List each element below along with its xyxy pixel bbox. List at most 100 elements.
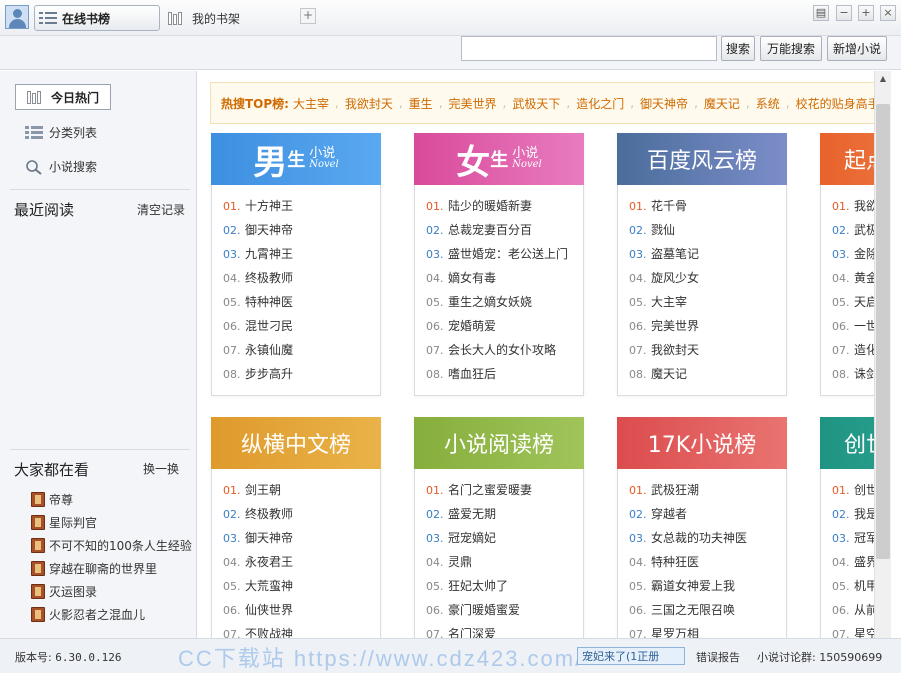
list-item[interactable]: 星际判官 (31, 513, 97, 531)
minimize-button[interactable]: − (836, 5, 852, 21)
list-item[interactable]: 05. 重生之嫡女妖娆 (426, 290, 576, 314)
card-header[interactable]: 男生小说 Novel (211, 133, 381, 185)
list-item[interactable]: 07. 会长大人的女仆攻略 (426, 338, 576, 362)
list-item[interactable]: 不可不知的100条人生经验 (31, 536, 192, 554)
clear-records-link[interactable]: 清空记录 (137, 201, 185, 218)
list-item[interactable]: 04. 特种狂医 (629, 550, 779, 574)
add-tab-button[interactable]: + (300, 8, 316, 24)
hot-search-item[interactable]: 重生 (409, 95, 433, 112)
hot-search-item[interactable]: 魔天记 (704, 95, 740, 112)
novel-search-link[interactable]: 小说搜索 (25, 157, 97, 175)
user-avatar[interactable] (5, 5, 29, 29)
list-item[interactable]: 02. 盛爱无期 (426, 502, 576, 526)
list-item[interactable]: 07. 星空 (832, 622, 874, 638)
list-item[interactable]: 03. 盛世婚宠：老公送上门 (426, 242, 576, 266)
list-item[interactable]: 07. 永镇仙魔 (223, 338, 373, 362)
list-item[interactable]: 06. 宠婚萌爱 (426, 314, 576, 338)
list-item[interactable]: 06. 完美世界 (629, 314, 779, 338)
list-item[interactable]: 灭运图录 (31, 582, 97, 600)
list-item[interactable]: 穿越在聊斋的世界里 (31, 559, 157, 577)
list-item[interactable]: 01. 名门之蜜爱暖妻 (426, 478, 576, 502)
category-list-link[interactable]: 分类列表 (25, 123, 97, 141)
list-item[interactable]: 03. 金除 (832, 242, 874, 266)
list-item[interactable]: 05. 天启 (832, 290, 874, 314)
card-header[interactable]: 创世 (820, 417, 874, 469)
list-item[interactable]: 03. 九霄神王 (223, 242, 373, 266)
list-item[interactable]: 06. 仙侠世界 (223, 598, 373, 622)
scroll-up-icon[interactable]: ▲ (875, 71, 891, 87)
list-item[interactable]: 08. 诛剑 (832, 362, 874, 386)
error-report-link[interactable]: 错误报告 (696, 649, 740, 665)
list-item[interactable]: 01. 花千骨 (629, 194, 779, 218)
refresh-link[interactable]: 换一换 (143, 460, 179, 477)
search-button[interactable]: 搜索 (721, 36, 755, 61)
vertical-scrollbar[interactable]: ▲ (874, 71, 891, 638)
list-item[interactable]: 05. 霸道女神爱上我 (629, 574, 779, 598)
list-item[interactable]: 04. 嫡女有毒 (426, 266, 576, 290)
list-item[interactable]: 04. 永夜君王 (223, 550, 373, 574)
list-item[interactable]: 02. 终极教师 (223, 502, 373, 526)
tab-my-bookshelf[interactable]: 我的书架 (166, 5, 276, 31)
list-item[interactable]: 03. 冠宠嫡妃 (426, 526, 576, 550)
list-item[interactable]: 06. 一世 (832, 314, 874, 338)
card-header[interactable]: 17K小说榜 (617, 417, 787, 469)
hot-search-item[interactable]: 御天神帝 (640, 95, 688, 112)
list-item[interactable]: 08. 嗜血狂后 (426, 362, 576, 386)
list-item[interactable]: 03. 御天神帝 (223, 526, 373, 550)
card-header[interactable]: 起点 (820, 133, 874, 185)
list-item[interactable]: 02. 戮仙 (629, 218, 779, 242)
list-item[interactable]: 05. 大主宰 (629, 290, 779, 314)
card-header[interactable]: 小说阅读榜 (414, 417, 584, 469)
list-item[interactable]: 02. 我是 (832, 502, 874, 526)
search-input[interactable] (461, 36, 717, 61)
list-item[interactable]: 02. 穿越者 (629, 502, 779, 526)
list-item[interactable]: 06. 三国之无限召唤 (629, 598, 779, 622)
list-item[interactable]: 帝尊 (31, 490, 73, 508)
tab-online-ranking[interactable]: 在线书榜 (34, 5, 160, 31)
promo-link[interactable]: 宠妃来了(1正册 (577, 647, 685, 665)
list-item[interactable]: 06. 混世刁民 (223, 314, 373, 338)
hot-search-item[interactable]: 完美世界 (449, 95, 497, 112)
list-item[interactable]: 05. 特种神医 (223, 290, 373, 314)
list-item[interactable]: 01. 武极狂潮 (629, 478, 779, 502)
hot-search-item[interactable]: 造化之门 (576, 95, 624, 112)
list-item[interactable]: 01. 陆少的暖婚新妻 (426, 194, 576, 218)
list-item[interactable]: 07. 星罗万相 (629, 622, 779, 638)
close-button[interactable]: × (880, 5, 896, 21)
list-item[interactable]: 火影忍者之混血儿 (31, 605, 145, 623)
hot-search-item[interactable]: 校花的贴身高手 (796, 95, 874, 112)
scrollbar-thumb[interactable] (876, 104, 890, 559)
universal-search-button[interactable]: 万能搜索 (760, 36, 822, 61)
list-item[interactable]: 04. 盛界 (832, 550, 874, 574)
list-item[interactable]: 04. 旋风少女 (629, 266, 779, 290)
list-item[interactable]: 03. 盗墓笔记 (629, 242, 779, 266)
hot-search-item[interactable]: 系统 (756, 95, 780, 112)
list-item[interactable]: 05. 机甲 (832, 574, 874, 598)
list-item[interactable]: 02. 武极 (832, 218, 874, 242)
list-item[interactable]: 01. 十方神王 (223, 194, 373, 218)
list-item[interactable]: 01. 剑王朝 (223, 478, 373, 502)
hot-search-item[interactable]: 武极天下 (512, 95, 560, 112)
list-item[interactable]: 04. 灵鼎 (426, 550, 576, 574)
list-item[interactable]: 07. 名门深爱 (426, 622, 576, 638)
list-item[interactable]: 03. 女总裁的功夫神医 (629, 526, 779, 550)
hot-today-button[interactable]: 今日热门 (15, 84, 111, 110)
list-item[interactable]: 07. 我欲封天 (629, 338, 779, 362)
list-item[interactable]: 03. 冠军 (832, 526, 874, 550)
hot-search-item[interactable]: 我欲封天 (345, 95, 393, 112)
maximize-button[interactable]: + (858, 5, 874, 21)
list-item[interactable]: 02. 御天神帝 (223, 218, 373, 242)
list-item[interactable]: 08. 魔天记 (629, 362, 779, 386)
card-header[interactable]: 纵横中文榜 (211, 417, 381, 469)
hot-search-item[interactable]: 大主宰 (293, 95, 329, 112)
list-item[interactable]: 01. 我欲 (832, 194, 874, 218)
list-item[interactable]: 07. 不败战神 (223, 622, 373, 638)
list-item[interactable]: 05. 大荒蛮神 (223, 574, 373, 598)
settings-icon[interactable]: ▤ (813, 5, 829, 21)
card-header[interactable]: 百度风云榜 (617, 133, 787, 185)
list-item[interactable]: 07. 造化 (832, 338, 874, 362)
list-item[interactable]: 04. 终极教师 (223, 266, 373, 290)
list-item[interactable]: 06. 从前 (832, 598, 874, 622)
add-novel-button[interactable]: 新增小说 (827, 36, 887, 61)
list-item[interactable]: 06. 豪门暖婚蜜爱 (426, 598, 576, 622)
